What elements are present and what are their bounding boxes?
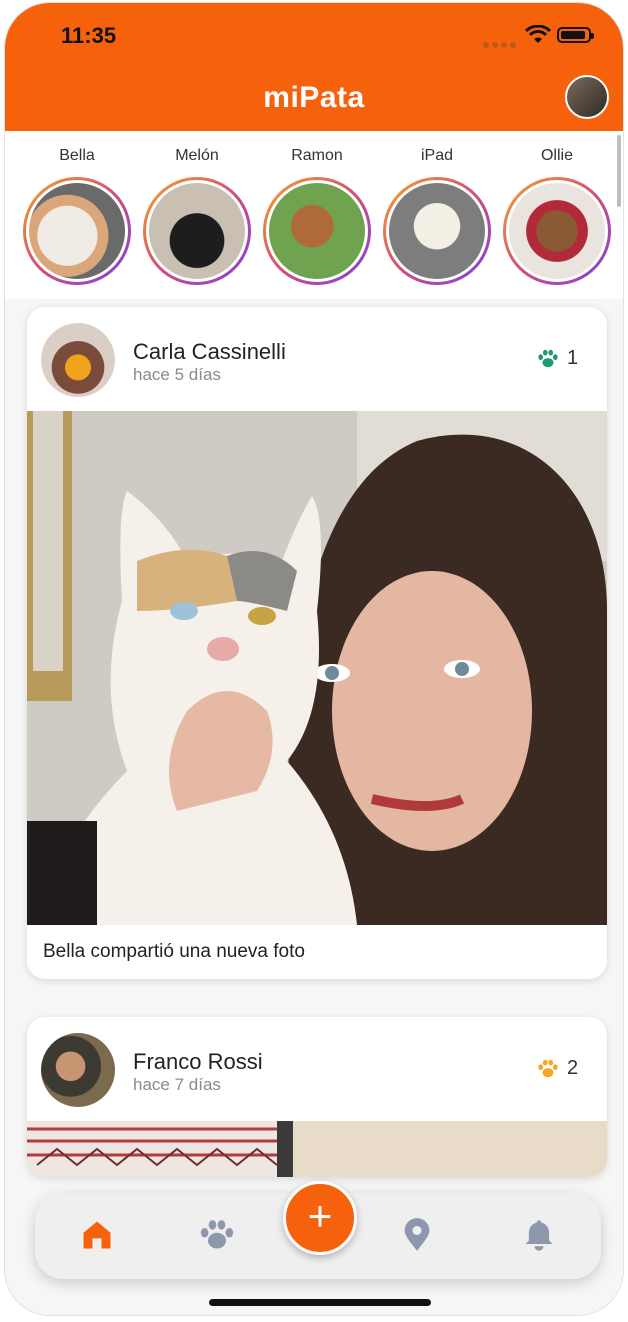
post-time: hace 5 días: [133, 365, 221, 384]
post-photo: [27, 411, 607, 925]
app-title: miPata: [263, 81, 365, 114]
post-time: hace 7 días: [133, 1075, 221, 1094]
add-post-button[interactable]: +: [283, 1181, 357, 1255]
location-pin-icon[interactable]: [399, 1217, 435, 1253]
post-author-avatar[interactable]: [41, 1033, 115, 1107]
post-author-name[interactable]: Carla Cassinelli: [133, 339, 286, 365]
paw-icon[interactable]: [199, 1217, 235, 1253]
wifi-icon: [525, 25, 551, 43]
stories-strip: Bella Melón Ramon iPad Ollie: [5, 131, 623, 299]
story-item[interactable]: Ramon: [261, 147, 373, 285]
story-ring: [263, 177, 371, 285]
post-card[interactable]: Franco Rossi hace 7 días 2: [27, 1017, 607, 1177]
like-count: 1: [567, 347, 579, 369]
story-item[interactable]: Melón: [141, 147, 253, 285]
story-item[interactable]: Bella: [21, 147, 133, 285]
home-icon[interactable]: [79, 1217, 115, 1253]
like-count: 2: [567, 1057, 579, 1079]
signal-icon: [483, 35, 519, 53]
story-name: Melón: [175, 147, 219, 164]
story-name: Ollie: [540, 147, 573, 164]
home-indicator: [209, 1299, 431, 1306]
story-avatar: [146, 180, 248, 282]
battery-icon: [557, 27, 594, 43]
profile-avatar[interactable]: [565, 75, 609, 119]
story-avatar: [506, 180, 608, 282]
story-name: iPad: [420, 147, 454, 164]
scrollbar[interactable]: [617, 135, 621, 207]
app-header: 11:35 miPata: [5, 3, 623, 131]
post-author-avatar[interactable]: [41, 323, 115, 397]
bell-icon[interactable]: [521, 1217, 557, 1253]
status-time: 11:35: [61, 23, 117, 48]
paw-icon[interactable]: [537, 1059, 559, 1079]
post-author-name[interactable]: Franco Rossi: [133, 1049, 263, 1075]
story-ring: [143, 177, 251, 285]
story-avatar: [26, 180, 128, 282]
story-ring: [23, 177, 131, 285]
post-card[interactable]: Carla Cassinelli hace 5 días 1 Bella com…: [27, 307, 607, 979]
phone-screen: 11:35 miPata Bella Melón Ramon iPad Olli…: [4, 2, 624, 1316]
story-name: Bella: [59, 147, 95, 164]
story-item[interactable]: Ollie: [501, 147, 613, 285]
story-item[interactable]: iPad: [381, 147, 493, 285]
paw-icon[interactable]: [537, 349, 559, 369]
story-name: Ramon: [291, 147, 343, 164]
post-photo: [27, 1121, 607, 1177]
story-avatar: [266, 180, 368, 282]
story-ring: [383, 177, 491, 285]
story-avatar: [386, 180, 488, 282]
post-caption: Bella compartió una nueva foto: [43, 941, 305, 962]
story-ring: [503, 177, 611, 285]
